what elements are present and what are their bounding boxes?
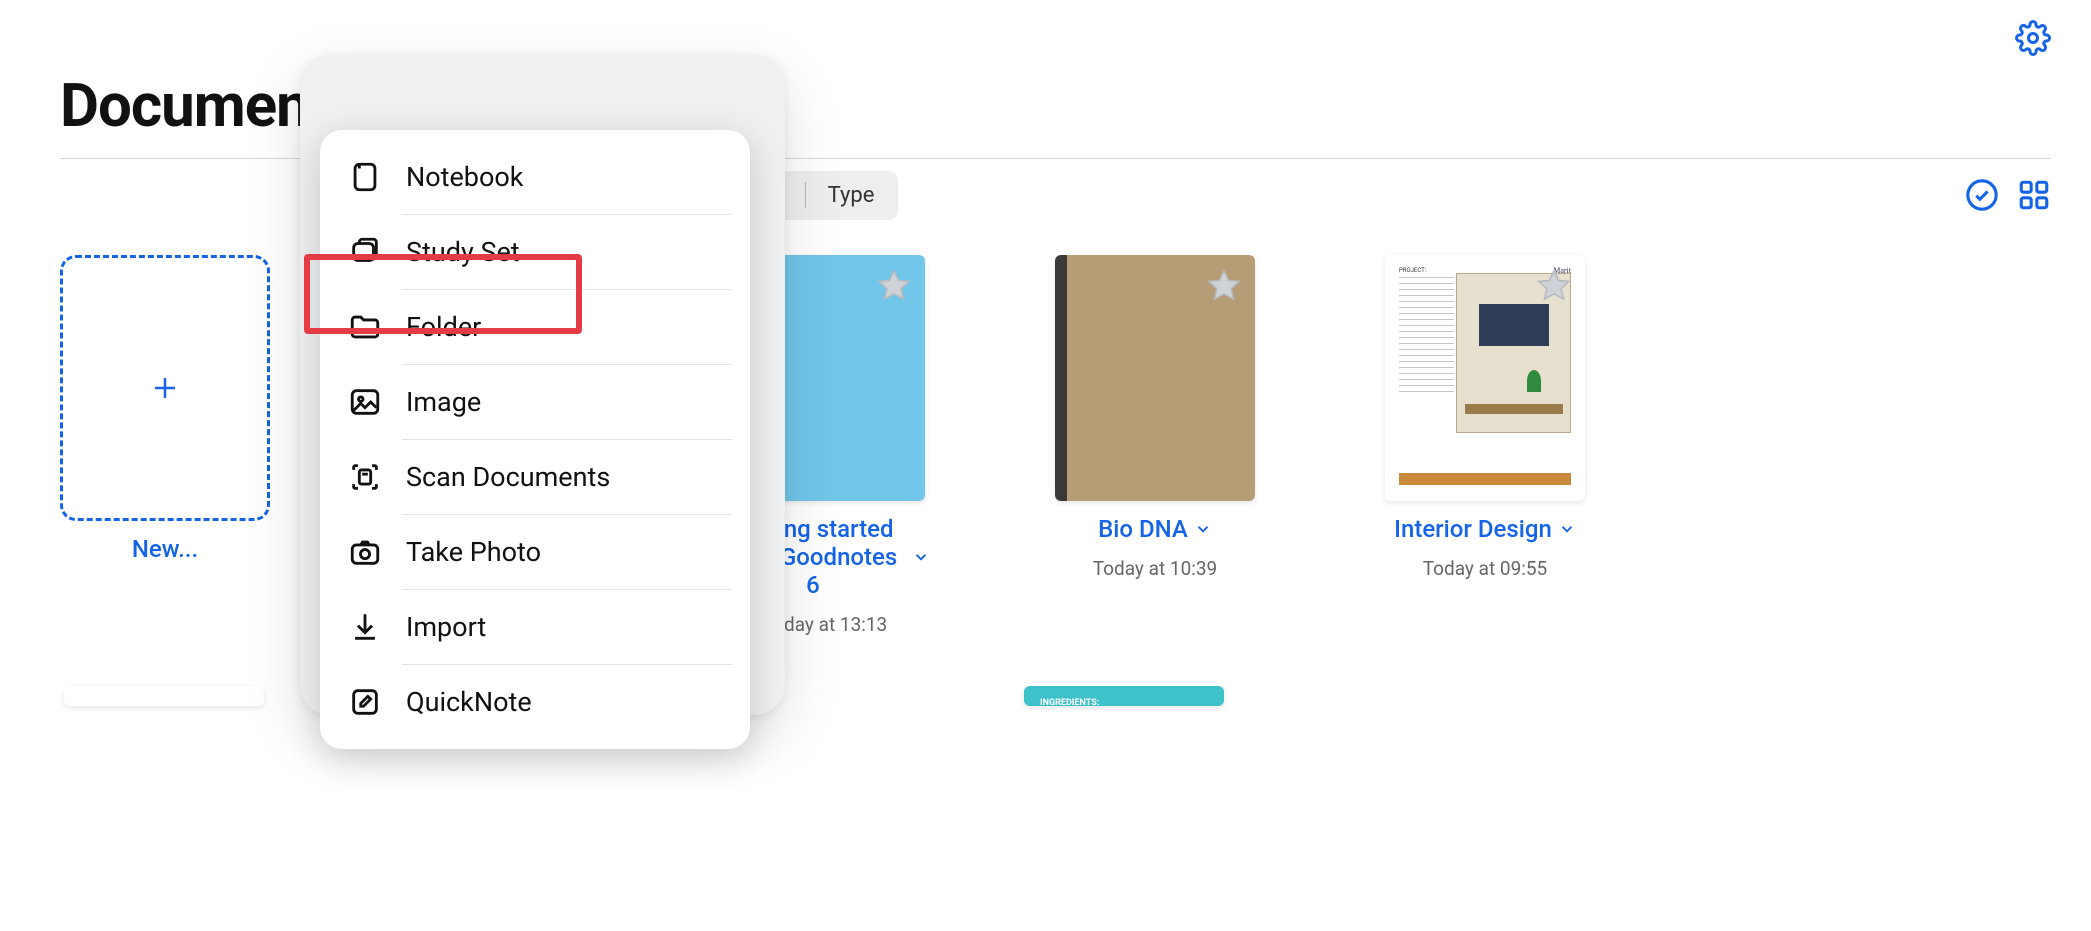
menu-item-study-set[interactable]: Study Set (346, 215, 750, 289)
menu-item-image[interactable]: Image (346, 365, 750, 439)
doc-title[interactable]: Bio DNA (1098, 515, 1212, 543)
notebook-icon (348, 160, 382, 194)
cards-icon (348, 235, 382, 269)
favorite-toggle[interactable] (875, 267, 913, 305)
view-grid-button[interactable] (2017, 178, 2051, 212)
download-icon (348, 610, 382, 644)
cover-ingredients-label: INGREDIENTS: (1040, 698, 1099, 706)
menu-item-take-photo[interactable]: Take Photo (346, 515, 750, 589)
doc-cover-peek[interactable]: INGREDIENTS: (1024, 686, 1224, 706)
doc-cover[interactable] (1055, 255, 1255, 501)
star-icon (1205, 267, 1243, 305)
menu-item-label: Scan Documents (406, 461, 610, 493)
new-tile-label: New... (132, 535, 198, 563)
doc-subtitle: Today at 09:55 (1423, 557, 1547, 580)
doc-tile-interior-design[interactable]: PROJECT: Marit Interior Design Today at … (1380, 255, 1590, 580)
doc-tile-bio-dna[interactable]: Bio DNA Today at 10:39 (1050, 255, 1260, 580)
menu-item-folder[interactable]: Folder (346, 290, 750, 364)
chevron-down-icon (912, 548, 930, 566)
menu-item-quicknote[interactable]: QuickNote (346, 665, 750, 739)
folder-icon (348, 310, 382, 344)
sort-type[interactable]: Type (808, 175, 895, 216)
select-mode-button[interactable] (1965, 178, 1999, 212)
menu-item-label: QuickNote (406, 686, 532, 718)
new-tile[interactable]: New... (60, 255, 270, 563)
menu-item-label: Take Photo (406, 536, 541, 568)
doc-title[interactable]: Interior Design (1394, 515, 1576, 543)
settings-button[interactable] (2015, 41, 2051, 60)
sort-sep (805, 182, 806, 208)
scan-icon (348, 460, 382, 494)
check-circle-icon (1965, 178, 1999, 212)
new-menu-popover: Notebook Study Set Folder Image Scan Doc… (320, 130, 750, 749)
menu-item-label: Notebook (406, 161, 523, 193)
menu-item-label: Study Set (406, 236, 520, 268)
doc-menu-chevron[interactable] (1194, 520, 1212, 538)
star-icon (875, 267, 913, 305)
doc-title-text: Interior Design (1394, 515, 1552, 543)
favorite-toggle[interactable] (1535, 267, 1573, 305)
new-tile-cover[interactable] (60, 255, 270, 521)
gear-icon (2015, 20, 2051, 56)
doc-cover[interactable]: PROJECT: Marit (1385, 255, 1585, 501)
doc-cover-peek[interactable] (64, 686, 264, 706)
image-icon (348, 385, 382, 419)
chevron-down-icon (1558, 520, 1576, 538)
doc-title-text: Bio DNA (1098, 515, 1188, 543)
grid-icon (2017, 178, 2051, 212)
favorite-toggle[interactable] (1205, 267, 1243, 305)
edit-square-icon (348, 685, 382, 719)
cover-project-label: PROJECT: (1399, 267, 1426, 274)
menu-item-label: Import (406, 611, 486, 643)
menu-item-scan[interactable]: Scan Documents (346, 440, 750, 514)
doc-menu-chevron[interactable] (1558, 520, 1576, 538)
menu-item-label: Image (406, 386, 481, 418)
doc-subtitle: Today at 10:39 (1093, 557, 1217, 580)
chevron-down-icon (1194, 520, 1212, 538)
menu-item-label: Folder (406, 311, 481, 343)
star-icon (1535, 267, 1573, 305)
doc-menu-chevron[interactable] (912, 548, 930, 566)
cover-illustration: INGREDIENTS: (1030, 692, 1218, 700)
plus-icon (150, 373, 180, 403)
menu-item-notebook[interactable]: Notebook (320, 140, 750, 214)
menu-item-import[interactable]: Import (346, 590, 750, 664)
camera-icon (348, 535, 382, 569)
